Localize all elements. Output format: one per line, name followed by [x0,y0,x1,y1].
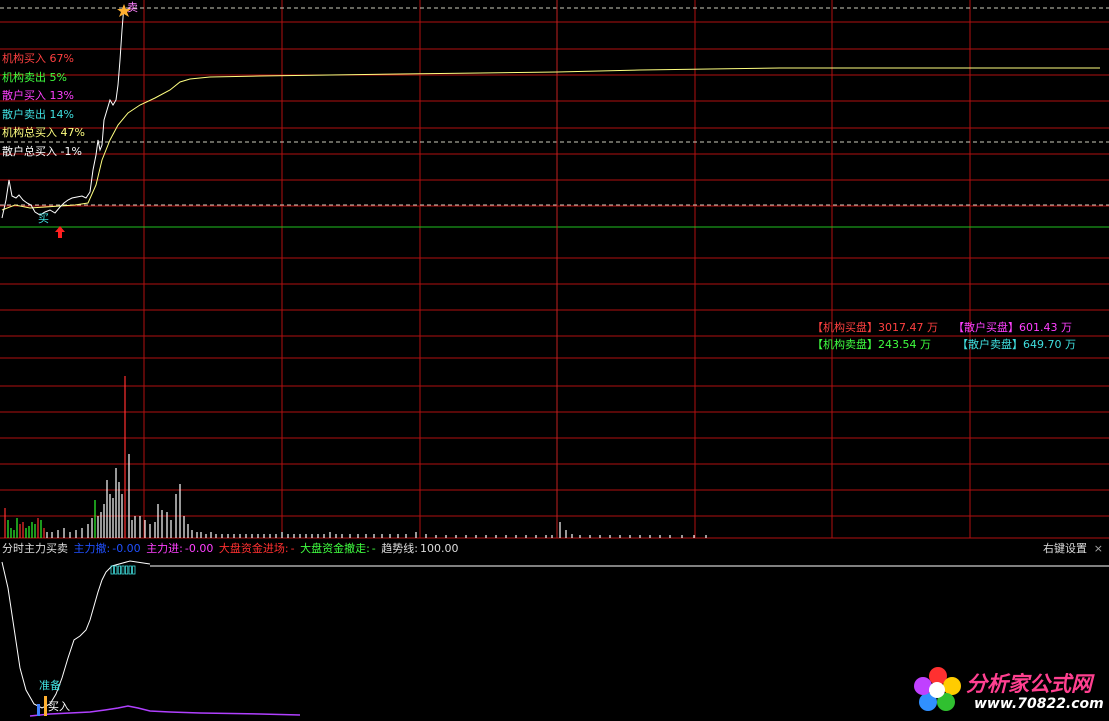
orders-panel-row-2: 【机构卖盘】243.54 万 【散户卖盘】649.70 万 [812,338,1076,351]
inst-buy-label: 【机构买盘】 [812,321,878,334]
signal-block [117,565,121,575]
inst-sell-value: 243.54 万 [878,338,931,351]
market-in-label: 大盘资金进场: [218,542,289,555]
market-in-value: - [290,542,295,555]
close-icon[interactable]: × [1094,542,1103,556]
signal-block [121,565,125,575]
trend-value: 100.00 [420,542,459,555]
prepare-label: 准备 [39,678,61,692]
buy-arrow-icon [55,226,65,238]
signal-block [132,565,136,575]
legend-item: 机构买入 67% [2,52,74,65]
market-out-value: - [371,542,376,555]
signal-block [128,565,132,575]
main-force-line [29,705,301,717]
main-out-label: 主力撤: [73,542,111,555]
price-grid [0,0,1109,539]
inst-buy-value: 3017.47 万 [878,321,938,334]
legend-item: 机构卖出 5% [2,70,67,84]
buy-bar [44,696,47,716]
orders-panel-row-1: 【机构买盘】3017.47 万 【散户买盘】601.43 万 [812,321,1072,334]
volume-bars [4,376,707,538]
trend-line [1,560,151,709]
indicator-title[interactable]: 分时主力买卖 [2,542,68,555]
legend-item: 散户买入 13% [2,89,74,103]
trend-label: 趋势线: [381,542,418,555]
watermark-url: www.70822.com [974,696,1104,712]
right-click-settings[interactable]: 右键设置 [1043,542,1087,556]
retail-sell-value: 649.70 万 [1023,338,1076,351]
retail-buy-value: 601.43 万 [1018,321,1072,334]
watermark: 分析家公式网 www.70822.com [908,662,1108,718]
buy-marker: 买 [38,212,49,225]
legend-item: 机构总买入 47% [2,126,85,140]
prepare-bar [37,704,40,716]
flower-logo-icon [914,667,961,711]
market-out-label: 大盘资金撤走: [300,542,370,555]
signal-block [114,565,118,575]
sell-marker: 卖 [127,1,138,14]
price-chart[interactable]: 卖 买 [0,0,1109,540]
legend-item: 散户卖出 14% [2,107,74,121]
retail-sell-label: 【散户卖盘】 [957,338,1023,351]
buy-signal-label: 买入 [48,700,70,713]
average-price-line [1,67,1100,211]
main-out-value: -0.00 [112,542,141,555]
signal-block [110,565,114,575]
watermark-title: 分析家公式网 [966,672,1092,696]
signal-block [125,565,129,575]
indicator-header: 分时主力买卖 主力撤: -0.00 主力进: -0.00 大盘资金进场: - 大盘资金… [2,542,461,556]
main-in-label: 主力进: [146,542,183,555]
main-in-value: -0.00 [184,542,214,555]
inst-sell-label: 【机构卖盘】 [812,338,878,351]
retail-buy-label: 【散户买盘】 [952,321,1019,334]
legend-item: 散户总买入 -1% [2,145,82,158]
signal-blocks [110,565,136,575]
